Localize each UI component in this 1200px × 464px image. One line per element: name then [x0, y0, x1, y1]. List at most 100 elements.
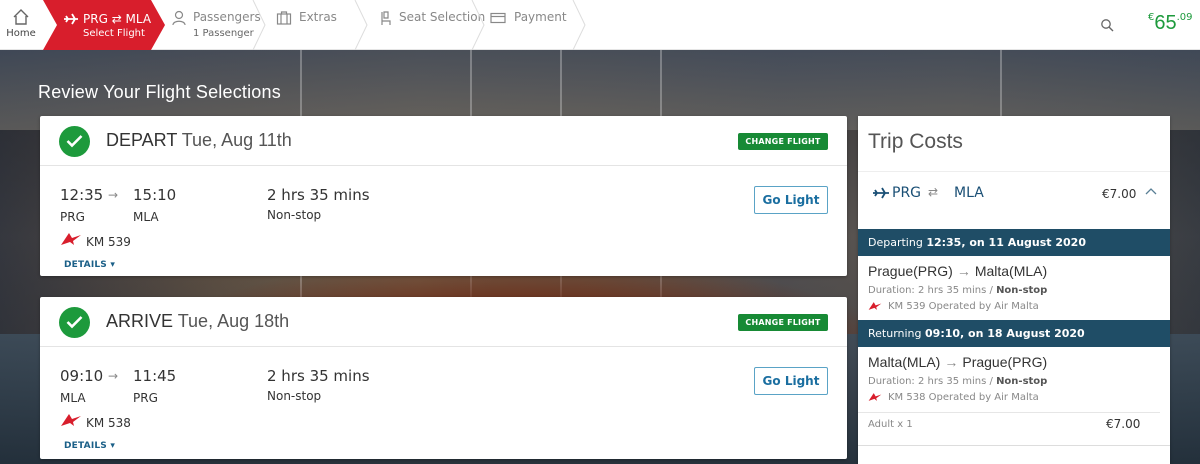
details-toggle[interactable]: DETAILS ▾	[64, 441, 115, 451]
chevron-right-icon	[471, 0, 485, 50]
step-route: PRG ⇄ MLA	[83, 12, 152, 26]
home-icon	[13, 9, 29, 25]
change-flight-button[interactable]: CHANGE FLIGHT	[738, 133, 828, 150]
divider	[858, 412, 1160, 413]
chevron-up-icon[interactable]	[1145, 186, 1157, 196]
step-extras[interactable]: Extras	[268, 0, 368, 50]
stops-text: Non-stop	[996, 376, 1048, 387]
departing-route: Prague(PRG) → Malta(MLA)	[868, 263, 1047, 279]
arrival-time: 15:10	[133, 186, 177, 204]
flight-number: KM 539	[86, 235, 131, 249]
check-icon	[59, 126, 90, 157]
arrow-right-icon: →	[944, 354, 959, 370]
step-passengers[interactable]: Passengers 1 Passenger	[165, 0, 265, 50]
airline-logo-icon	[61, 233, 81, 245]
stops-text: Non-stop	[996, 285, 1048, 296]
details-toggle[interactable]: DETAILS ▾	[64, 260, 115, 270]
returning-label: Returning	[868, 327, 922, 340]
flight-duration: 2 hrs 35 mins	[267, 186, 370, 204]
direction-label: DEPART	[106, 130, 178, 150]
user-icon	[172, 10, 186, 26]
route-destination: MLA	[954, 185, 984, 201]
flight-date: Tue, Aug 18th	[177, 311, 290, 331]
returning-header: Returning 09:10, on 18 August 2020	[858, 320, 1170, 347]
segment-from: Malta(MLA)	[868, 354, 941, 370]
passenger-label: Adult x 1	[868, 419, 913, 430]
trip-costs-title: Trip Costs	[868, 130, 963, 153]
returning-date: , on 18 August 2020	[960, 327, 1085, 340]
arrow-right-icon: →	[108, 369, 119, 383]
flight-card-header: ARRIVE Tue, Aug 18th CHANGE FLIGHT	[40, 297, 847, 347]
airline-logo-icon	[868, 302, 882, 310]
step-select-flight[interactable]: PRG ⇄ MLA Select Flight	[43, 0, 165, 50]
step-label: Passengers	[193, 10, 261, 24]
credit-card-icon	[490, 12, 506, 24]
step-payment[interactable]: Payment	[486, 0, 586, 50]
departing-label: Departing	[868, 236, 923, 249]
home-button[interactable]: Home	[0, 0, 42, 50]
luggage-icon	[276, 11, 292, 25]
arrow-right-icon: →	[108, 188, 119, 202]
top-navigation: Home PRG ⇄ MLA Select Flight Passengers …	[0, 0, 1200, 50]
plane-icon	[64, 13, 78, 25]
departing-operator: KM 539 Operated by Air Malta	[868, 301, 1039, 312]
flight-card-return: ARRIVE Tue, Aug 18th CHANGE FLIGHT 09:10…	[40, 297, 847, 459]
flight-duration: 2 hrs 35 mins	[267, 367, 370, 385]
departure-time: 12:35	[60, 186, 104, 204]
departing-header: Departing 12:35, on 11 August 2020	[858, 229, 1170, 256]
step-label: Payment	[514, 10, 567, 24]
flight-direction: DEPART Tue, Aug 11th	[106, 130, 292, 151]
total-amount: 65	[1154, 12, 1177, 34]
operator-text: KM 539 Operated by Air Malta	[888, 301, 1039, 312]
departure-time: 09:10	[60, 367, 104, 385]
departing-duration: Duration: 2 hrs 35 mins / Non-stop	[868, 285, 1047, 296]
returning-operator: KM 538 Operated by Air Malta	[868, 392, 1039, 403]
change-flight-button[interactable]: CHANGE FLIGHT	[738, 314, 828, 331]
step-seat-selection[interactable]: Seat Selection	[372, 0, 485, 50]
flight-stops: Non-stop	[267, 389, 322, 403]
duration-text: Duration: 2 hrs 35 mins /	[868, 376, 997, 387]
direction-label: ARRIVE	[106, 311, 174, 331]
segment-to: Malta(MLA)	[974, 263, 1048, 279]
operator-text: KM 538 Operated by Air Malta	[888, 392, 1039, 403]
flight-direction: ARRIVE Tue, Aug 18th	[106, 311, 289, 332]
check-icon	[59, 307, 90, 338]
chevron-right-icon	[252, 0, 266, 50]
passenger-price: €7.00	[1106, 417, 1141, 431]
swap-icon: ⇄	[928, 185, 939, 199]
fare-button[interactable]: Go Light	[754, 186, 828, 214]
airline-logo-icon	[61, 414, 81, 426]
origin-code: MLA	[60, 391, 86, 405]
returning-duration: Duration: 2 hrs 35 mins / Non-stop	[868, 376, 1047, 387]
page-title: Review Your Flight Selections	[38, 82, 281, 102]
returning-route: Malta(MLA) → Prague(PRG)	[868, 354, 1047, 370]
basket-total[interactable]: €65.09	[1148, 12, 1193, 35]
airline-logo-icon	[868, 393, 882, 401]
search-icon[interactable]	[1100, 18, 1114, 32]
route-price: €7.00	[1102, 187, 1137, 201]
segment-to: Prague(PRG)	[962, 354, 1048, 370]
flight-card-header: DEPART Tue, Aug 11th CHANGE FLIGHT	[40, 116, 847, 166]
trip-route-summary[interactable]: PRG ⇄ MLA €7.00	[858, 171, 1170, 221]
fare-button[interactable]: Go Light	[754, 367, 828, 395]
step-label: Extras	[299, 10, 337, 24]
flight-card-depart: DEPART Tue, Aug 11th CHANGE FLIGHT 12:35…	[40, 116, 847, 276]
home-label: Home	[6, 28, 36, 39]
departing-time: 12:35	[926, 236, 962, 249]
flight-card-body: 12:35 → 15:10 PRG MLA 2 hrs 35 mins Non-…	[40, 166, 847, 276]
flight-stops: Non-stop	[267, 208, 322, 222]
step-sublabel: 1 Passenger	[193, 28, 254, 39]
departing-date: , on 11 August 2020	[961, 236, 1086, 249]
arrival-time: 11:45	[133, 367, 177, 385]
route-origin: PRG	[892, 185, 922, 201]
destination-code: MLA	[133, 210, 159, 224]
arrow-right-icon: →	[956, 263, 971, 279]
destination-code: PRG	[133, 391, 158, 405]
chevron-right-icon	[572, 0, 586, 50]
divider	[858, 445, 1170, 446]
seat-icon	[381, 11, 391, 25]
plane-icon	[873, 187, 889, 199]
flight-card-body: 09:10 → 11:45 MLA PRG 2 hrs 35 mins Non-…	[40, 347, 847, 457]
trip-costs-panel: Trip Costs PRG ⇄ MLA €7.00 Departing 12:…	[858, 116, 1170, 464]
total-cents: .09	[1176, 12, 1193, 23]
